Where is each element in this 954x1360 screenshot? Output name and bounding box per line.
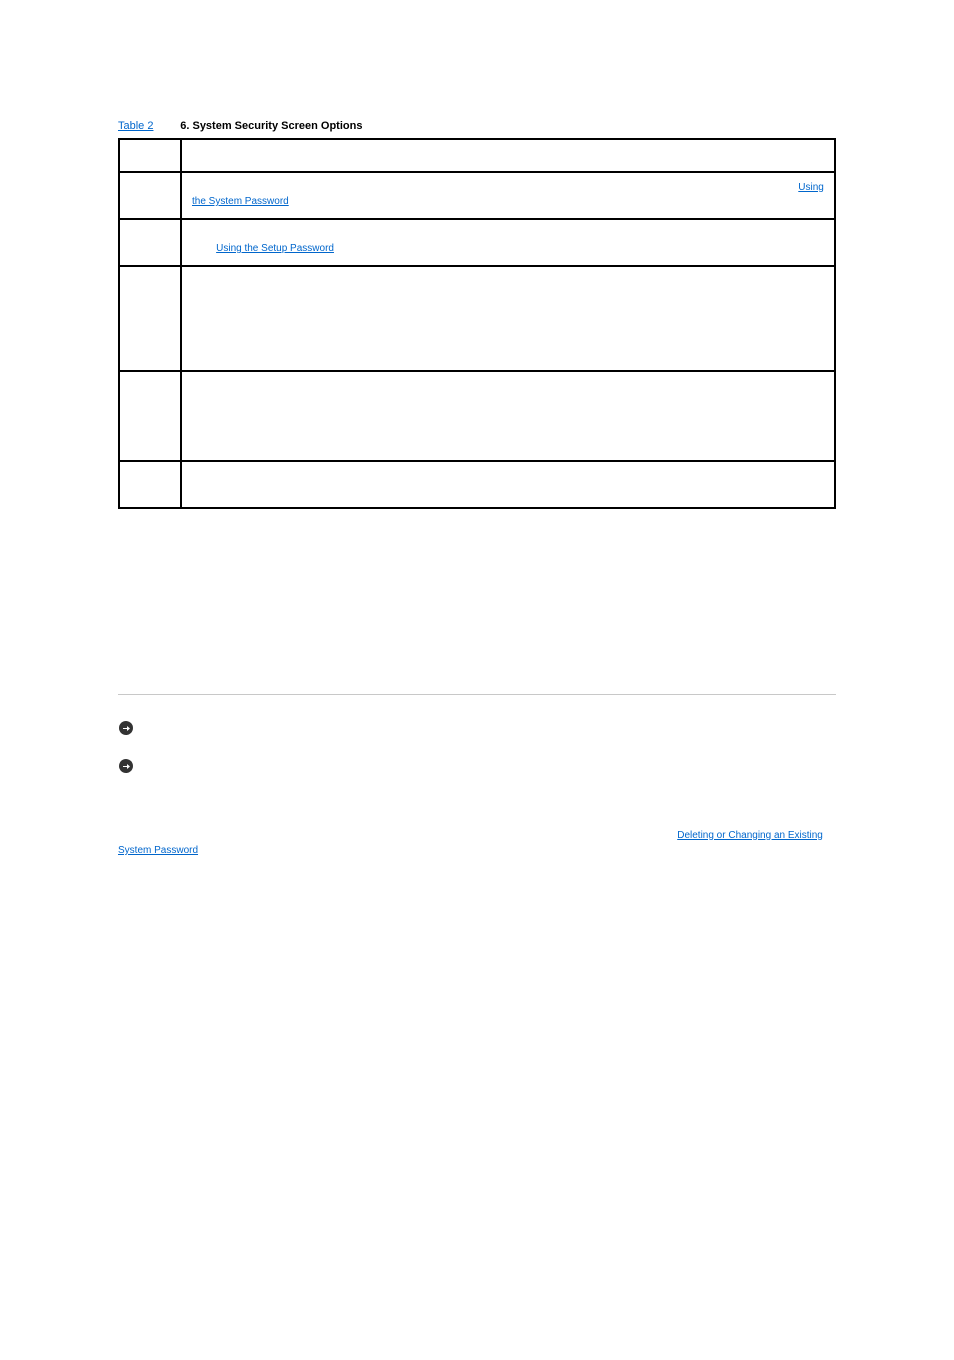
- option-cell: Power Button: [119, 371, 181, 462]
- using-system-password-heading: Using the System Password: [118, 908, 836, 922]
- password-features-heading: System and Setup Password Features: [118, 668, 836, 684]
- list-item: Return to Setup: [148, 623, 836, 638]
- notice-icon: [118, 720, 134, 736]
- assigning-subheading: Assigning a System Password: [118, 973, 836, 985]
- using-paragraph: After a system password is assigned, onl…: [118, 932, 836, 963]
- list-item: Save Changes and Exit: [148, 585, 836, 600]
- description-cell: When this option is set to Enabled, you …: [181, 371, 835, 462]
- list-item: Verify that the Password Status option i…: [148, 1118, 836, 1134]
- exit-options-list: Save Changes and Exit Discard Changes an…: [148, 585, 836, 638]
- option-cell: NMI Button: [119, 461, 181, 508]
- option-cell: System Password: [119, 172, 181, 219]
- table-header-row: Option Description: [119, 139, 835, 172]
- exit-screen-section: Exit Screen After you press <Esc> to exi…: [118, 531, 836, 638]
- notice-text: NOTICE: Anyone can access the data store…: [140, 757, 836, 787]
- assigning-paragraph: Before you assign a system password, ent…: [118, 995, 836, 1011]
- step-detail: As you press each character key (or the …: [148, 1218, 836, 1234]
- table-row: Power Button When this option is set to …: [119, 371, 835, 462]
- table-reference-link[interactable]: Table 2: [118, 120, 153, 132]
- assign-steps-list: Verify that the Password Status option i…: [148, 1118, 836, 1290]
- bullet-paragraph: When a system password is not assigned a…: [118, 1077, 836, 1108]
- features-paragraph: Your system is shipped to you without th…: [118, 797, 836, 890]
- document-page: Table 2 6. System Security Screen Option…: [0, 0, 954, 1360]
- description-cell: Displays the current status of your syst…: [181, 172, 835, 219]
- bullet-paragraph: When a system password is assigned, the …: [118, 1020, 836, 1067]
- table-row: NMI Button Determines whether NMIs are r…: [119, 461, 835, 508]
- cross-reference-link[interactable]: Using the Setup Password: [216, 243, 334, 254]
- option-cell: Password Status: [119, 266, 181, 371]
- col-header-description: Description: [181, 139, 835, 172]
- options-table: Option Description System Password Displ…: [118, 138, 836, 509]
- table-row: Setup Password Restricts access to the S…: [119, 219, 835, 266]
- section-divider: [118, 694, 836, 695]
- description-cell: Determines whether NMIs are reported to …: [181, 461, 835, 508]
- step-detail: You can use up to 32 characters in your …: [148, 1192, 836, 1208]
- description-cell: Restricts access to the System Setup pro…: [181, 219, 835, 266]
- list-item: Type your new system password. You can u…: [148, 1169, 836, 1290]
- description-cell: Setting the Setup Password option to Ena…: [181, 266, 835, 371]
- list-item: Highlight the System Password option and…: [148, 1143, 836, 1159]
- exit-heading: Exit Screen: [118, 531, 836, 549]
- notice-block: NOTICE: Anyone can access the data store…: [118, 757, 836, 787]
- notice-icon: [118, 758, 134, 774]
- notice-block: NOTICE: The password features provide a …: [118, 719, 836, 749]
- table-caption: Table 2 6. System Security Screen Option…: [118, 120, 836, 132]
- table-title: 6. System Security Screen Options: [180, 120, 362, 132]
- notice-text: NOTICE: The password features provide a …: [140, 719, 836, 749]
- option-cell: Setup Password: [119, 219, 181, 266]
- list-item: Discard Changes and Exit: [148, 604, 836, 619]
- table-row: System Password Displays the current sta…: [119, 172, 835, 219]
- exit-paragraph: After you press <Esc> to exit the System…: [118, 559, 836, 575]
- step-detail: The password assignment operation recogn…: [148, 1243, 836, 1290]
- table-row: Password Status Setting the Setup Passwo…: [119, 266, 835, 371]
- col-header-option: Option: [119, 139, 181, 172]
